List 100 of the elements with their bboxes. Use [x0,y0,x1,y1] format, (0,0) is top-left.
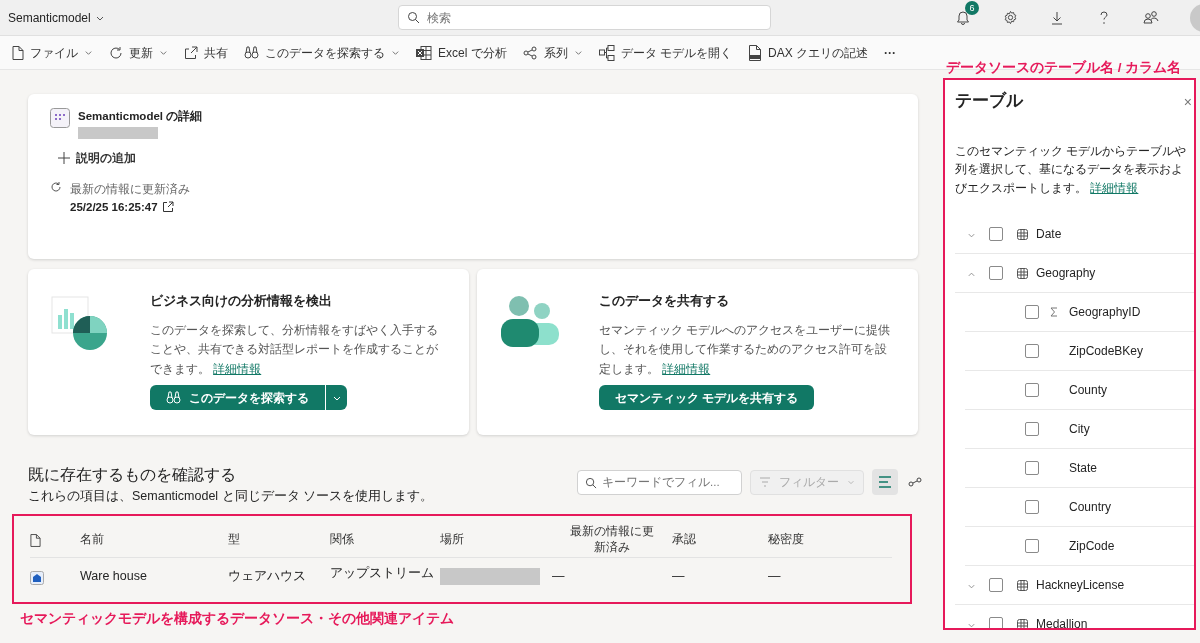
column-header[interactable]: 関係 [330,532,354,547]
table-name[interactable]: HackneyLicense [1036,576,1125,595]
checkbox[interactable] [989,266,1003,281]
checkbox[interactable] [989,227,1003,242]
column-header[interactable]: 最新の情報に更新済み [568,522,656,556]
table-cell: アップストリーム [330,566,434,581]
table-icon [1017,618,1028,628]
toolbar-button[interactable]: 系列 [514,37,591,68]
table-name[interactable]: Geography [1036,264,1096,283]
table-cell: — [768,569,781,584]
card-description: セマンティック モデルへのアクセスをユーザーに提供し、それを使用して作業するためのアクセス許可を設定します。 詳細情報 [599,322,892,377]
card-title: ビジネス向けの分析情報を検出 [150,292,333,310]
table-cell: — [552,569,565,584]
share-icon [184,45,198,60]
bell-icon [956,10,970,25]
panel-description: このセマンティック モデルからテーブルや列を選択して、基になるデータを表示およびエクスポートします。 詳細情報 [955,142,1188,197]
toolbar-button[interactable]: データ モデルを開く [590,37,741,68]
checkbox[interactable] [1025,461,1039,476]
table-icon [1017,267,1028,279]
learn-more-link[interactable]: 詳細情報 [1090,180,1139,195]
search-field[interactable]: 検索 [398,5,771,30]
learn-more-link[interactable]: 詳細情報 [213,362,262,375]
section-title: 既に存在するものを確認する [28,465,237,485]
primary-button[interactable]: このデータを探索する [150,385,325,411]
list-view-button[interactable] [872,469,898,495]
column-name[interactable]: ZipCode [1069,537,1115,556]
help-icon [1098,10,1110,25]
open-link-icon[interactable] [161,201,174,214]
card-title: Semanticmodel の詳細 [78,109,203,124]
card-title: このデータを共有する [599,292,730,310]
query-file-icon [748,44,763,61]
binoculars-icon [244,46,259,59]
column-header[interactable]: 秘密度 [768,532,804,547]
table-cell: — [672,569,685,584]
refresh-icon [50,181,62,194]
app-title[interactable]: Semanticmodel [8,8,91,27]
people-illustration [499,295,561,347]
toolbar-button[interactable]: ファイル [4,37,101,68]
checkbox[interactable] [989,578,1003,593]
panel-title: テーブル [955,90,1023,112]
download-icon [1050,10,1064,25]
checkbox[interactable] [1025,344,1039,359]
checkbox[interactable] [1025,383,1039,398]
document-icon [30,533,41,547]
column-name[interactable]: City [1069,420,1090,439]
column-header[interactable]: 場所 [440,532,464,547]
learn-more-link[interactable]: 詳細情報 [662,362,711,375]
keyword-filter-field[interactable]: キーワードでフィル... [577,469,742,495]
caret-icon [847,478,855,486]
refresh-time: 25/2/25 16:25:47 [70,199,158,215]
section-subtitle: これらの項目は、Semanticmodel と同じデータ ソースを使用します。 [28,488,434,505]
warehouse-icon [30,570,44,585]
annotation-text: データソースのテーブル名 / カラム名 [945,59,1183,77]
column-header[interactable]: 名前 [80,532,104,547]
column-header[interactable]: 承認 [672,532,696,547]
dropdown-button[interactable] [325,385,347,411]
spreadsheet-icon [416,45,432,60]
gear-icon [1002,10,1018,25]
document-icon [12,45,24,60]
model-diagram-icon [598,44,615,61]
column-name[interactable]: Country [1069,498,1112,517]
table-name[interactable]: Date [1036,225,1062,244]
column-name[interactable]: ZipCodeBKey [1069,342,1144,361]
more-button[interactable]: ··· [876,37,905,68]
toolbar-button[interactable]: Excel で分析 [408,37,515,68]
table-name[interactable]: Medallion [1036,615,1088,628]
search-icon [407,11,420,24]
annotation-text: セマンティックモデルを構成するデータソース・その他関連アイテム [20,609,455,628]
refresh-icon [109,45,123,60]
people-icon [1143,10,1159,25]
lineage-icon [908,477,922,487]
lineage-icon [522,45,538,60]
column-name[interactable]: County [1069,381,1108,400]
item-link[interactable]: Ware house [80,569,147,584]
toolbar-button[interactable]: 更新 [101,37,176,68]
primary-button[interactable]: セマンティック モデルを共有する [599,385,815,411]
notification-badge: 6 [965,0,979,15]
checkbox[interactable] [1025,422,1039,437]
table-icon [1017,579,1028,591]
checkbox[interactable] [1025,500,1039,515]
toolbar-button[interactable]: 共有 [176,37,236,68]
refresh-label: 最新の情報に更新済み [70,182,190,198]
model-icon [50,108,70,128]
list-icon [878,476,892,488]
plus-icon [58,152,70,165]
checkbox[interactable] [1025,305,1039,320]
checkbox[interactable] [1025,539,1039,554]
filter-icon [759,477,771,487]
search-icon [585,476,597,489]
close-button[interactable]: × [1181,92,1194,114]
toolbar-button[interactable]: このデータを探索する [236,37,408,68]
column-header[interactable]: 型 [228,532,240,547]
toolbar-button[interactable]: DAX クエリの記述 [740,37,877,68]
table-icon [1017,228,1028,240]
binoculars-icon [166,391,181,405]
card-description: このデータを探索して、分析情報をすばやく入手することや、共有できる対話型レポートを作成することができます。 詳細情報 [150,322,439,377]
add-description-button[interactable]: 説明の追加 [50,143,144,174]
column-name[interactable]: GeographyID [1069,303,1141,322]
column-name[interactable]: State [1069,459,1098,478]
checkbox[interactable] [989,617,1003,628]
